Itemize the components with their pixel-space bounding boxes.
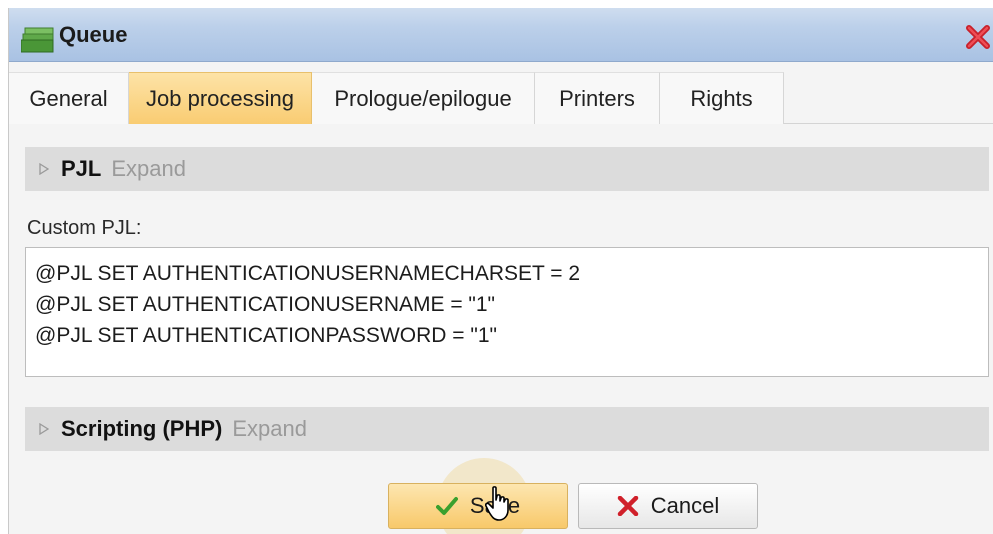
- cancel-button[interactable]: Cancel: [578, 483, 758, 529]
- scripting-expand-link[interactable]: Expand: [232, 416, 307, 442]
- queue-icon: [21, 27, 54, 53]
- tab-printers[interactable]: Printers: [535, 72, 660, 124]
- save-button-label: Save: [469, 493, 521, 518]
- scripting-section-title: Scripting (PHP): [61, 416, 223, 441]
- collapsed-triangle-icon: [39, 423, 49, 435]
- pjl-line: @PJL SET AUTHENTICATIONUSERNAME = "1": [35, 293, 496, 316]
- custom-pjl-label: Custom PJL:: [27, 217, 142, 239]
- checkmark-icon: [435, 497, 458, 515]
- pjl-expand-link[interactable]: Expand: [111, 156, 186, 182]
- tab-rights[interactable]: Rights: [660, 72, 784, 124]
- pjl-line: @PJL SET AUTHENTICATIONPASSWORD = "1": [35, 324, 497, 347]
- dialog-title: Queue: [59, 22, 128, 47]
- pjl-line: @PJL SET AUTHENTICATIONUSERNAMECHARSET =…: [35, 262, 581, 285]
- tab-general[interactable]: General: [9, 72, 129, 124]
- pjl-section-title: PJL: [61, 156, 102, 181]
- tab-job-processing[interactable]: Job processing: [129, 72, 312, 124]
- queue-dialog: Queue General Job processing Prologue/ep…: [8, 8, 993, 534]
- cancel-button-label: Cancel: [650, 493, 720, 518]
- scripting-section-header[interactable]: Scripting (PHP) Expand: [25, 407, 989, 451]
- job-processing-panel: PJL Expand Custom PJL: @PJL SET AUTHENTI…: [9, 125, 993, 534]
- tab-prologue-epilogue[interactable]: Prologue/epilogue: [312, 72, 535, 124]
- pjl-section-header[interactable]: PJL Expand: [25, 147, 989, 191]
- title-bar[interactable]: Queue: [9, 8, 993, 62]
- save-button[interactable]: Save: [388, 483, 568, 529]
- close-icon[interactable]: [965, 24, 991, 50]
- tab-bar: General Job processing Prologue/epilogue…: [9, 63, 993, 124]
- collapsed-triangle-icon: [39, 163, 49, 175]
- x-icon: [617, 496, 638, 516]
- dialog-buttons: Save Cancel: [9, 483, 993, 533]
- custom-pjl-textarea[interactable]: @PJL SET AUTHENTICATIONUSERNAMECHARSET =…: [25, 247, 989, 377]
